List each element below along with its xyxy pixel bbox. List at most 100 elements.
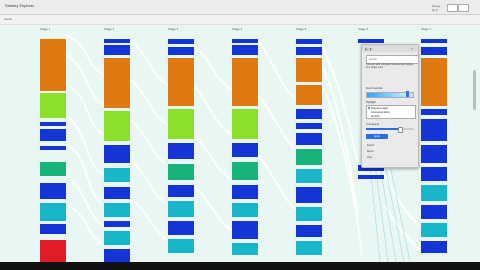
node-blue[interactable] <box>421 109 447 115</box>
node-blue[interactable] <box>232 221 258 239</box>
node-blue[interactable] <box>296 187 322 203</box>
link <box>257 94 297 151</box>
node-blue[interactable] <box>296 109 322 119</box>
node-teal[interactable] <box>421 185 447 201</box>
node-teal[interactable] <box>421 223 447 237</box>
node-blue[interactable] <box>40 129 66 141</box>
group-by-select[interactable]: Group by ▾ <box>432 4 444 12</box>
node-blue[interactable] <box>168 47 194 55</box>
column-header: Stage 2 <box>104 27 115 31</box>
node-blue[interactable] <box>104 221 130 227</box>
radio-selected[interactable] <box>368 107 370 109</box>
node-blue[interactable] <box>232 185 258 199</box>
node-blue[interactable] <box>232 45 258 55</box>
export-link[interactable]: Export <box>367 144 374 147</box>
node-blue[interactable] <box>104 45 130 55</box>
bottom-bar <box>0 262 480 270</box>
node-blue[interactable] <box>421 39 447 43</box>
node-orange[interactable] <box>421 58 447 106</box>
node-orange[interactable] <box>296 85 322 105</box>
node-red[interactable] <box>40 240 66 262</box>
node-blue[interactable] <box>168 185 194 197</box>
toolbar-button-left[interactable] <box>447 4 458 12</box>
node-green[interactable] <box>40 93 66 118</box>
node-green[interactable] <box>232 109 258 139</box>
column-header: Stage 1 <box>40 27 51 31</box>
node-orange[interactable] <box>168 58 194 106</box>
node-orange[interactable] <box>104 58 130 108</box>
node-blue[interactable] <box>296 225 322 237</box>
node-blue[interactable] <box>296 123 322 129</box>
node-blue[interactable] <box>421 167 447 181</box>
link <box>321 44 359 166</box>
vertical-scrollbar[interactable] <box>473 70 476 110</box>
node-teal[interactable] <box>104 203 130 217</box>
node-teal[interactable] <box>296 241 322 255</box>
node-blue[interactable] <box>40 183 66 199</box>
node-blue[interactable] <box>168 143 194 159</box>
node-blue[interactable] <box>40 224 66 234</box>
option-item[interactable]: Selected nodes <box>371 107 388 110</box>
node-blue[interactable] <box>296 133 322 145</box>
fields-label: Fields <box>4 17 13 21</box>
node-emerald[interactable] <box>168 164 194 180</box>
node-blue[interactable] <box>296 39 322 44</box>
node-blue[interactable] <box>104 249 130 262</box>
column-header: Stage 7 <box>421 27 432 31</box>
node-blue[interactable] <box>421 145 447 163</box>
node-teal[interactable] <box>104 168 130 182</box>
reset-link[interactable]: Reset <box>367 150 374 153</box>
node-teal[interactable] <box>232 243 258 255</box>
node-blue[interactable] <box>40 146 66 150</box>
column-header: Stage 6 <box>358 27 369 31</box>
node-blue[interactable] <box>358 39 384 43</box>
node-teal[interactable] <box>168 201 194 217</box>
link <box>65 54 105 106</box>
node-blue[interactable] <box>104 187 130 199</box>
fields-bar: Fields <box>0 15 480 25</box>
link <box>384 174 421 226</box>
node-emerald[interactable] <box>232 162 258 180</box>
node-blue[interactable] <box>358 175 384 179</box>
link <box>193 134 233 181</box>
close-icon[interactable]: ✕ <box>411 47 414 51</box>
node-blue[interactable] <box>421 205 447 219</box>
option-item[interactable]: All links <box>371 115 379 118</box>
toolbar-button-right[interactable] <box>458 4 469 12</box>
help-link[interactable]: Help <box>367 156 372 159</box>
apply-button[interactable]: Apply <box>366 134 388 139</box>
opacity-slider[interactable] <box>366 128 414 130</box>
node-teal[interactable] <box>40 203 66 221</box>
node-blue[interactable] <box>232 39 258 43</box>
opacity-slider-knob[interactable] <box>398 127 404 133</box>
node-emerald[interactable] <box>40 162 66 176</box>
option-item[interactable]: Connected paths <box>371 111 390 114</box>
threshold-handle[interactable] <box>406 91 409 97</box>
node-blue[interactable] <box>40 122 66 126</box>
node-orange[interactable] <box>296 58 322 82</box>
node-orange[interactable] <box>40 39 66 91</box>
node-teal[interactable] <box>168 239 194 253</box>
node-blue[interactable] <box>168 39 194 44</box>
node-blue[interactable] <box>421 47 447 55</box>
node-blue[interactable] <box>232 143 258 157</box>
node-teal[interactable] <box>296 207 322 221</box>
node-blue[interactable] <box>168 221 194 235</box>
node-orange[interactable] <box>232 58 258 106</box>
link <box>129 79 169 126</box>
node-blue[interactable] <box>104 39 130 43</box>
link <box>257 39 297 101</box>
node-green[interactable] <box>104 111 130 141</box>
node-blue[interactable] <box>104 145 130 163</box>
link <box>129 199 169 241</box>
node-blue[interactable] <box>421 119 447 141</box>
node-teal[interactable] <box>232 203 258 217</box>
node-green[interactable] <box>168 109 194 139</box>
node-teal[interactable] <box>104 231 130 245</box>
node-teal[interactable] <box>296 169 322 183</box>
popover-tool-icons[interactable]: ◧ ◨ <box>365 47 372 51</box>
screen: Sankey Explorer Group by ▾ Fields Stage … <box>0 0 480 270</box>
node-blue[interactable] <box>296 47 322 55</box>
node-emerald[interactable] <box>296 149 322 165</box>
node-blue[interactable] <box>421 241 447 253</box>
